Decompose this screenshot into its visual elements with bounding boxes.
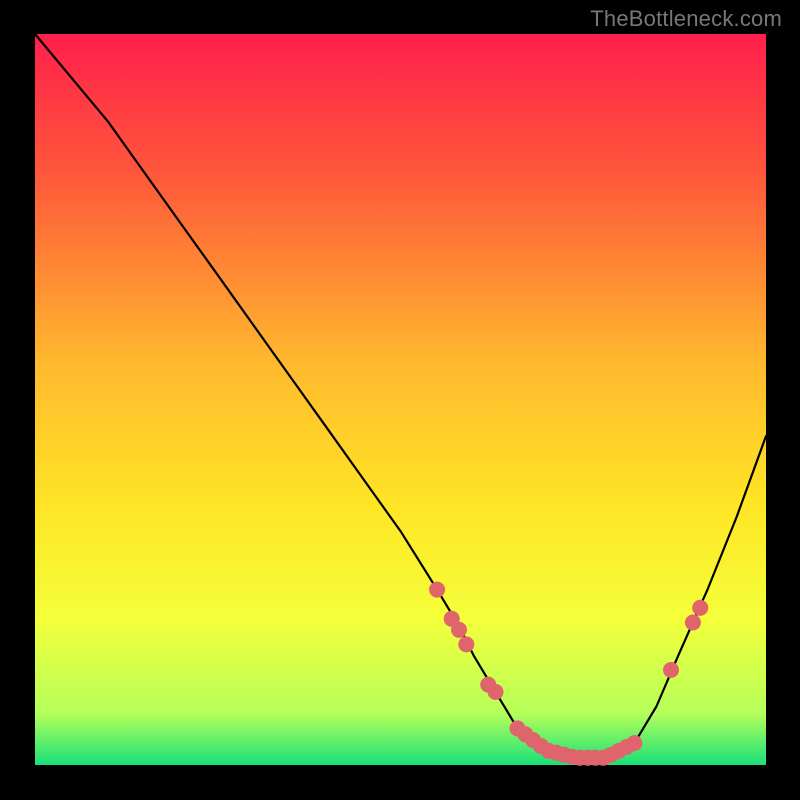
- chart-svg: [0, 0, 800, 800]
- chart-container: TheBottleneck.com: [0, 0, 800, 800]
- watermark-text: TheBottleneck.com: [590, 6, 782, 32]
